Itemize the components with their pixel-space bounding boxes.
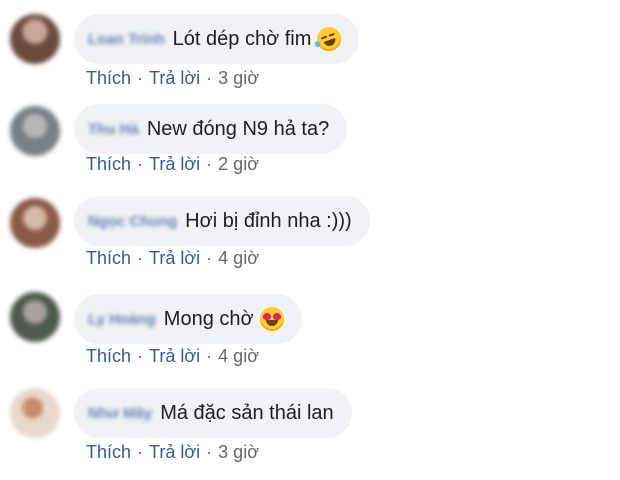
reply-link[interactable]: Trả lời — [149, 442, 200, 462]
comment-bubble: Ngọc Chung Hơi bị đỉnh nha :))) — [74, 196, 370, 246]
separator-dot: · — [137, 346, 144, 366]
comment-item: Thu Hà New đóng N9 hả ta? Thích · Trả lời ·… — [0, 96, 620, 192]
avatar[interactable] — [10, 388, 60, 438]
comment-timestamp[interactable]: 4 giờ — [218, 346, 259, 366]
rolling-laughing-emoji-icon — [314, 23, 345, 55]
comment-timestamp[interactable]: 3 giờ — [218, 442, 259, 462]
like-link[interactable]: Thích — [86, 248, 131, 268]
reply-link[interactable]: Trả lời — [149, 154, 200, 174]
comment-bubble: Loan Trinh Lót dép chờ fim — [74, 14, 360, 64]
separator-dot: · — [206, 154, 213, 174]
comment-bubble: Ly Hoàng Mong chờ — [74, 294, 302, 344]
like-link[interactable]: Thích — [86, 154, 131, 174]
separator-dot: · — [137, 68, 144, 88]
separator-dot: · — [206, 248, 213, 268]
comment-text: New đóng N9 hả ta? — [146, 117, 330, 140]
comment-timestamp[interactable]: 3 giờ — [218, 68, 259, 88]
comment-actions: Thích · Trả lời · 2 giờ — [86, 154, 259, 175]
comment-author-name[interactable]: Ngọc Chung — [88, 213, 177, 230]
comment-author-name[interactable]: Loan Trinh — [88, 31, 165, 48]
comment-item: Ngọc Chung Hơi bị đỉnh nha :))) Thích · Tr… — [0, 192, 620, 288]
separator-dot: · — [137, 248, 144, 268]
like-link[interactable]: Thích — [86, 442, 131, 462]
comment-author-name[interactable]: Như Mây — [88, 405, 152, 422]
comment-actions: Thích · Trả lời · 3 giờ — [86, 68, 259, 89]
separator-dot: · — [137, 154, 144, 174]
reply-link[interactable]: Trả lời — [149, 68, 200, 88]
comment-author-name[interactable]: Ly Hoàng — [88, 311, 156, 328]
avatar[interactable] — [10, 292, 60, 342]
comment-actions: Thích · Trả lời · 3 giờ — [86, 442, 259, 463]
avatar[interactable] — [10, 106, 60, 156]
comment-text: Lót dép chờ fim — [172, 27, 312, 50]
comment-item: Ly Hoàng Mong chờ Thích · Trả lời · 4 giờ — [0, 288, 620, 384]
comment-bubble: Thu Hà New đóng N9 hả ta? — [74, 104, 348, 154]
comment-timestamp[interactable]: 4 giờ — [218, 248, 259, 268]
separator-dot: · — [206, 346, 213, 366]
comment-author-name[interactable]: Thu Hà — [88, 121, 139, 138]
comment-text: Má đặc sản thái lan — [160, 401, 334, 424]
separator-dot: · — [137, 442, 144, 462]
comment-text: Mong chờ — [163, 307, 254, 330]
comment-text: Hơi bị đỉnh nha :))) — [185, 209, 352, 232]
like-link[interactable]: Thích — [86, 68, 131, 88]
comment-bubble: Như Mây Má đặc sản thái lan — [74, 388, 352, 438]
reply-link[interactable]: Trả lời — [149, 248, 200, 268]
separator-dot: · — [206, 68, 213, 88]
avatar[interactable] — [10, 198, 60, 248]
like-link[interactable]: Thích — [86, 346, 131, 366]
comment-item: Loan Trinh Lót dép chờ fim Thích · Trả lời… — [0, 0, 620, 96]
separator-dot: · — [206, 442, 213, 462]
heart-eyes-emoji-icon — [259, 307, 284, 331]
avatar[interactable] — [10, 14, 60, 64]
comment-item: Như Mây Má đặc sản thái lan Thích · Trả lờ… — [0, 384, 620, 480]
comment-actions: Thích · Trả lời · 4 giờ — [86, 248, 259, 269]
comment-timestamp[interactable]: 2 giờ — [218, 154, 259, 174]
comment-actions: Thích · Trả lời · 4 giờ — [86, 346, 259, 367]
reply-link[interactable]: Trả lời — [149, 346, 200, 366]
